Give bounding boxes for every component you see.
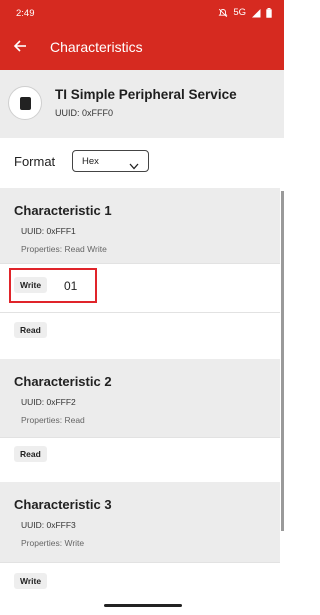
characteristic-1-read-row: Read	[0, 312, 280, 359]
arrow-back-icon	[13, 39, 27, 58]
highlight-box	[9, 268, 97, 303]
format-dropdown[interactable]: Hex	[72, 150, 149, 172]
home-indicator[interactable]	[104, 604, 182, 607]
service-header: TI Simple Peripheral Service UUID: 0xFFF…	[0, 70, 284, 138]
service-name: TI Simple Peripheral Service	[55, 87, 237, 102]
scrollbar[interactable]	[281, 191, 284, 531]
page-title: Characteristics	[50, 39, 143, 55]
chip-icon	[19, 96, 31, 110]
service-avatar	[8, 86, 42, 120]
format-label: Format	[14, 154, 56, 169]
signal-icon	[251, 8, 261, 18]
format-row: Format Hex	[0, 138, 284, 188]
characteristic-3-write-row: Write	[0, 562, 280, 598]
app-bar: Characteristics	[0, 26, 284, 70]
status-time: 2:49	[16, 8, 35, 19]
characteristic-3-header: Characteristic 3 UUID: 0xFFF3 Properties…	[0, 482, 280, 562]
bell-off-icon	[218, 8, 228, 18]
write-button[interactable]: Write	[14, 573, 48, 589]
characteristic-uuid: UUID: 0xFFF3	[21, 520, 76, 530]
status-icons: 5G	[218, 7, 272, 18]
battery-icon	[266, 7, 272, 18]
characteristic-name: Characteristic 3	[14, 497, 112, 512]
status-bar: 2:49 5G	[0, 0, 284, 26]
format-selected-value: Hex	[82, 156, 99, 167]
network-label: 5G	[233, 7, 246, 18]
characteristic-2-read-row: Read	[0, 437, 280, 482]
gesture-nav-bar	[0, 598, 284, 615]
characteristic-name: Characteristic 1	[14, 203, 112, 218]
characteristic-properties: Properties: Read	[21, 415, 85, 425]
back-button[interactable]	[9, 37, 31, 59]
characteristic-uuid: UUID: 0xFFF2	[21, 397, 76, 407]
chevron-down-icon	[129, 157, 139, 175]
service-uuid: UUID: 0xFFF0	[55, 108, 114, 118]
characteristic-2-header: Characteristic 2 UUID: 0xFFF2 Properties…	[0, 359, 280, 437]
characteristic-properties: Properties: Write	[21, 538, 85, 548]
characteristic-name: Characteristic 2	[14, 374, 112, 389]
read-button[interactable]: Read	[14, 322, 47, 338]
characteristic-uuid: UUID: 0xFFF1	[21, 226, 76, 236]
read-button[interactable]: Read	[14, 446, 47, 462]
characteristic-1-header: Characteristic 1 UUID: 0xFFF1 Properties…	[0, 188, 280, 263]
characteristic-properties: Properties: Read Write	[21, 244, 107, 254]
